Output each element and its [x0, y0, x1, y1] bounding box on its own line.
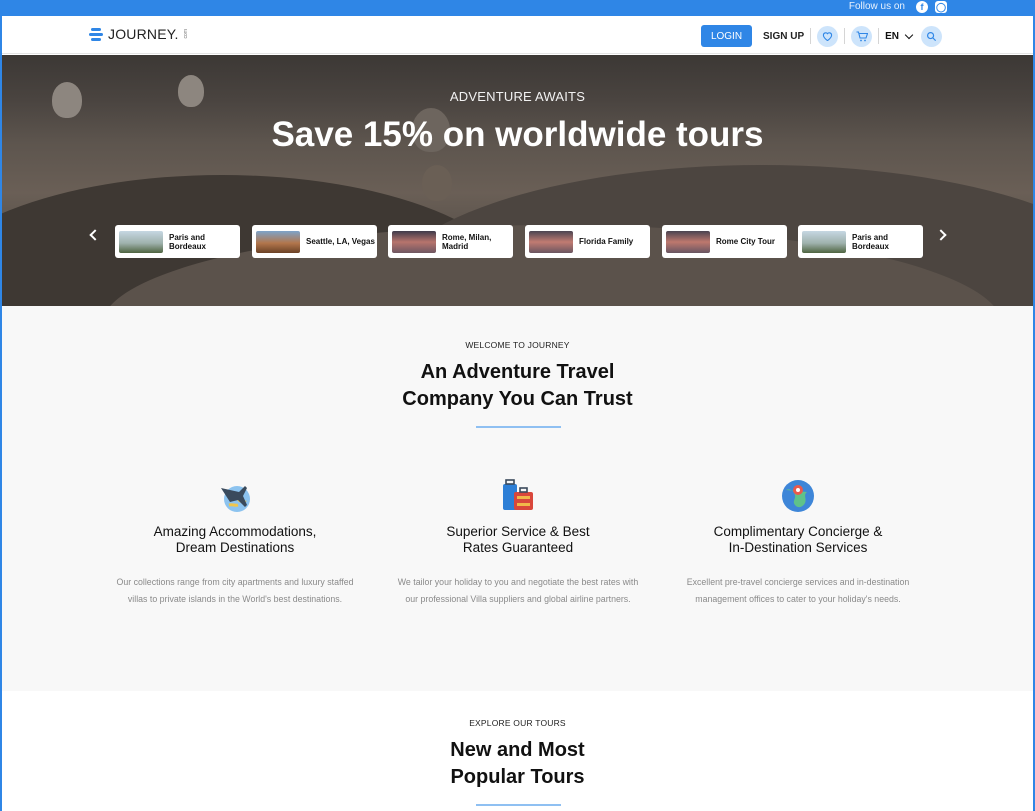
- tour-thumbnail: [119, 230, 163, 253]
- wishlist-button[interactable]: [817, 25, 839, 47]
- tour-card-label: Paris and Bordeaux: [169, 232, 206, 251]
- feature-title-line2: Rates Guaranteed: [462, 540, 574, 555]
- feature-title-line2: In-Destination Services: [728, 540, 868, 555]
- tours-kicker: EXPLORE OUR TOURS: [469, 718, 566, 728]
- tour-card-label: Seattle, LA, Vegas: [306, 237, 375, 246]
- globe-pin-icon: [782, 480, 814, 512]
- follow-us-label: Follow us on: [848, 1, 905, 12]
- welcome-title-line2: Company You Can Trust: [402, 388, 633, 410]
- feature-description: Excellent pre-travel concierge services …: [686, 577, 910, 604]
- tour-card[interactable]: Seattle, LA, Vegas: [252, 225, 377, 258]
- feature-title: Superior Service & Best Rates Guaranteed: [388, 524, 648, 556]
- tour-card[interactable]: Florida Family: [525, 225, 650, 258]
- tour-card-label: Rome, Milan, Madrid: [442, 232, 492, 251]
- tour-thumbnail: [802, 230, 846, 253]
- tour-card-label: Florida Family: [579, 237, 634, 246]
- site-header: JOURNEY. com LOGIN SIGN UP EN: [2, 16, 1033, 54]
- plane-globe-icon: [221, 486, 250, 512]
- facebook-icon[interactable]: f: [916, 1, 928, 13]
- hero-title: Save 15% on worldwide tours: [271, 115, 764, 154]
- instagram-icon[interactable]: ◯: [935, 1, 947, 13]
- welcome-section: WELCOME TO JOURNEY An Adventure Travel C…: [2, 306, 1033, 691]
- tour-card-label: Rome City Tour: [716, 237, 775, 246]
- hero-kicker: ADVENTURE AWAITS: [449, 89, 586, 104]
- site-logo[interactable]: JOURNEY. com: [88, 26, 189, 42]
- feature-description: We tailor your holiday to you and negoti…: [397, 577, 639, 604]
- search-icon: [927, 31, 937, 41]
- feature-title-line2: Dream Destinations: [175, 540, 295, 555]
- hero-banner: ADVENTURE AWAITS Save 15% on worldwide t…: [2, 55, 1033, 306]
- page: JOURNEY. com LOGIN SIGN UP EN ADVENTURE …: [2, 16, 1033, 811]
- tour-card[interactable]: Rome City Tour: [662, 225, 787, 258]
- luggage-icon: [503, 479, 533, 510]
- tour-card[interactable]: Paris and Bordeaux: [115, 225, 240, 258]
- cart-icon: [856, 30, 868, 41]
- cart-button[interactable]: [851, 25, 873, 47]
- divider: [844, 28, 846, 44]
- social-topbar: Follow us on f ◯: [0, 0, 1035, 16]
- language-selector[interactable]: EN: [885, 31, 899, 42]
- feature-description: Our collections range from city apartmen…: [116, 577, 354, 604]
- feature-title-line1: Superior Service & Best: [446, 524, 590, 539]
- logo-mark-icon: [88, 26, 104, 42]
- tour-card[interactable]: Rome, Milan, Madrid: [388, 225, 513, 258]
- tours-title-line1: New and Most: [450, 739, 585, 761]
- tour-thumbnail: [529, 230, 573, 253]
- login-button[interactable]: LOGIN: [701, 25, 752, 47]
- tour-thumbnail: [392, 230, 436, 253]
- search-button[interactable]: [921, 25, 943, 47]
- section-divider: [476, 804, 561, 806]
- feature-title: Complimentary Concierge & In-Destination …: [668, 524, 928, 556]
- tour-thumbnail: [666, 230, 710, 253]
- heart-icon: [822, 32, 833, 41]
- divider: [878, 28, 880, 44]
- chevron-down-icon[interactable]: [904, 30, 914, 39]
- feature-title: Amazing Accommodations, Dream Destination…: [105, 524, 365, 556]
- feature-title-line1: Complimentary Concierge &: [713, 524, 883, 539]
- tours-section: EXPLORE OUR TOURS New and Most Popular T…: [2, 691, 1033, 811]
- tour-thumbnail: [256, 230, 300, 253]
- welcome-kicker: WELCOME TO JOURNEY: [465, 340, 570, 350]
- signup-button[interactable]: SIGN UP: [763, 31, 804, 42]
- tours-title-line2: Popular Tours: [450, 766, 585, 788]
- header-actions: LOGIN SIGN UP EN: [701, 25, 943, 47]
- divider: [810, 28, 812, 44]
- logo-text: JOURNEY.: [108, 26, 179, 42]
- tour-card-label: Paris and Bordeaux: [852, 232, 889, 251]
- welcome-title-line1: An Adventure Travel: [420, 361, 615, 383]
- balloon-image: [422, 165, 452, 201]
- section-divider: [476, 426, 561, 428]
- logo-sub: com: [182, 29, 189, 39]
- feature-title-line1: Amazing Accommodations,: [153, 524, 317, 539]
- tour-card[interactable]: Paris and Bordeaux: [798, 225, 923, 258]
